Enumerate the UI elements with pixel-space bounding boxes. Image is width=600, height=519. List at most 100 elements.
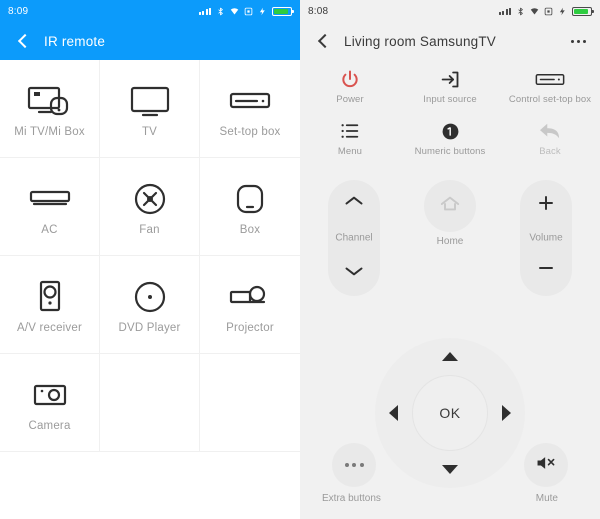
screenshot-icon xyxy=(244,7,253,15)
device-cell-ac[interactable]: AC xyxy=(0,158,100,256)
home-label: Home xyxy=(436,236,464,247)
mi-tv-mi-box-icon xyxy=(27,80,73,122)
charging-bolt-icon xyxy=(559,7,565,15)
function-label: Control set-top box xyxy=(508,94,592,105)
set-top-box-icon xyxy=(535,67,565,91)
screenshot-icon xyxy=(544,7,553,15)
device-label: DVD Player xyxy=(118,321,181,334)
device-cell-dvd-player[interactable]: DVD Player xyxy=(100,256,200,354)
device-label: Box xyxy=(239,223,261,236)
projector-icon xyxy=(228,276,272,318)
signal-dots-icon xyxy=(198,7,211,15)
back-chevron-icon[interactable] xyxy=(14,32,32,50)
channel-home-volume-zone: Channel Home Volume xyxy=(300,164,600,334)
dual-screenshot: 8:09 IR remote Mi TV/Mi Box TV Set-top b… xyxy=(0,0,600,519)
device-cell-empty-1 xyxy=(100,354,200,452)
device-label: TV xyxy=(141,125,158,138)
extra-buttons-button[interactable] xyxy=(332,443,376,487)
control-set-top-box-button[interactable]: Control set-top box xyxy=(500,60,600,112)
set-top-box-icon xyxy=(228,80,272,122)
power-button[interactable]: Power xyxy=(300,60,400,112)
battery-icon xyxy=(572,6,594,16)
function-label: Input source xyxy=(423,94,477,105)
channel-label: Channel xyxy=(335,232,373,244)
back-arrow-icon xyxy=(539,119,561,143)
more-options-icon[interactable] xyxy=(571,39,586,43)
app-bar-right: Living room SamsungTV xyxy=(300,22,600,60)
device-cell-projector[interactable]: Projector xyxy=(200,256,300,354)
box-icon xyxy=(235,178,265,220)
battery-icon xyxy=(272,6,294,16)
charging-bolt-icon xyxy=(259,7,265,15)
device-cell-tv[interactable]: TV xyxy=(100,60,200,158)
ellipsis-icon xyxy=(344,463,364,467)
page-title: Living room SamsungTV xyxy=(344,33,497,49)
status-icons xyxy=(198,6,294,16)
device-cell-camera[interactable]: Camera xyxy=(0,354,100,452)
device-cell-set-top-box[interactable]: Set-top box xyxy=(200,60,300,158)
camera-icon xyxy=(32,374,68,416)
fan-icon xyxy=(133,178,167,220)
signal-dots-icon xyxy=(498,7,511,15)
channel-down-button[interactable] xyxy=(344,264,364,282)
device-label: Mi TV/Mi Box xyxy=(14,125,85,138)
function-label: Power xyxy=(336,94,364,105)
bottom-button-row: Extra buttons Mute xyxy=(300,443,600,507)
device-label: Set-top box xyxy=(219,125,281,138)
mute-button[interactable] xyxy=(524,443,568,487)
dpad-left-button[interactable] xyxy=(389,405,398,421)
ok-button[interactable]: OK xyxy=(412,375,488,451)
function-label: Menu xyxy=(337,146,363,157)
device-cell-mi-tv[interactable]: Mi TV/Mi Box xyxy=(0,60,100,158)
extra-buttons-label: Extra buttons xyxy=(322,493,381,504)
device-label: Fan xyxy=(139,223,160,236)
tv-icon xyxy=(128,80,172,122)
device-type-grid: Mi TV/Mi Box TV Set-top box AC Fan Box A… xyxy=(0,60,300,452)
bluetooth-icon xyxy=(518,7,523,15)
dpad-up-button[interactable] xyxy=(442,352,458,361)
av-receiver-icon xyxy=(37,276,63,318)
status-bar-right: 8:08 xyxy=(300,0,600,22)
home-button[interactable] xyxy=(424,180,476,232)
device-label: Projector xyxy=(226,321,274,334)
device-cell-empty-2 xyxy=(200,354,300,452)
air-conditioner-icon xyxy=(28,178,72,220)
function-row-2: Menu Numeric buttons Back xyxy=(300,112,600,164)
dpad-right-button[interactable] xyxy=(502,405,511,421)
numeric-buttons-button[interactable]: Numeric buttons xyxy=(400,112,500,164)
dvd-player-icon xyxy=(133,276,167,318)
function-label: Numeric buttons xyxy=(414,146,486,157)
menu-list-icon xyxy=(340,119,360,143)
page-title: IR remote xyxy=(44,33,106,49)
volume-up-button[interactable] xyxy=(537,194,555,217)
device-label: AC xyxy=(41,223,58,236)
menu-button[interactable]: Menu xyxy=(300,112,400,164)
status-time: 8:09 xyxy=(8,5,29,17)
channel-up-button[interactable] xyxy=(344,194,364,212)
input-source-button[interactable]: Input source xyxy=(400,60,500,112)
bluetooth-icon xyxy=(218,7,223,15)
device-cell-box[interactable]: Box xyxy=(200,158,300,256)
device-label: Camera xyxy=(28,419,71,432)
tv-remote-control-screen: 8:08 Living room SamsungTV Power Input s… xyxy=(300,0,600,519)
channel-control: Channel xyxy=(328,180,380,296)
volume-down-button[interactable] xyxy=(537,259,555,282)
status-time: 8:08 xyxy=(308,5,329,17)
wifi-icon xyxy=(230,7,239,14)
status-icons xyxy=(498,6,594,16)
device-label: A/V receiver xyxy=(16,321,83,334)
wifi-icon xyxy=(530,7,539,14)
function-row-1: Power Input source Control set-top box xyxy=(300,60,600,112)
device-cell-av-receiver[interactable]: A/V receiver xyxy=(0,256,100,354)
device-cell-fan[interactable]: Fan xyxy=(100,158,200,256)
mute-label: Mute xyxy=(535,493,558,504)
back-chevron-icon[interactable] xyxy=(314,32,332,50)
mute-speaker-icon xyxy=(535,453,557,478)
power-icon xyxy=(340,67,360,91)
numeric-one-icon xyxy=(441,119,460,143)
function-label: Back xyxy=(539,146,561,157)
back-button[interactable]: Back xyxy=(500,112,600,164)
home-icon xyxy=(439,194,461,219)
status-bar-left: 8:09 xyxy=(0,0,300,22)
ir-remote-device-list-screen: 8:09 IR remote Mi TV/Mi Box TV Set-top b… xyxy=(0,0,300,519)
